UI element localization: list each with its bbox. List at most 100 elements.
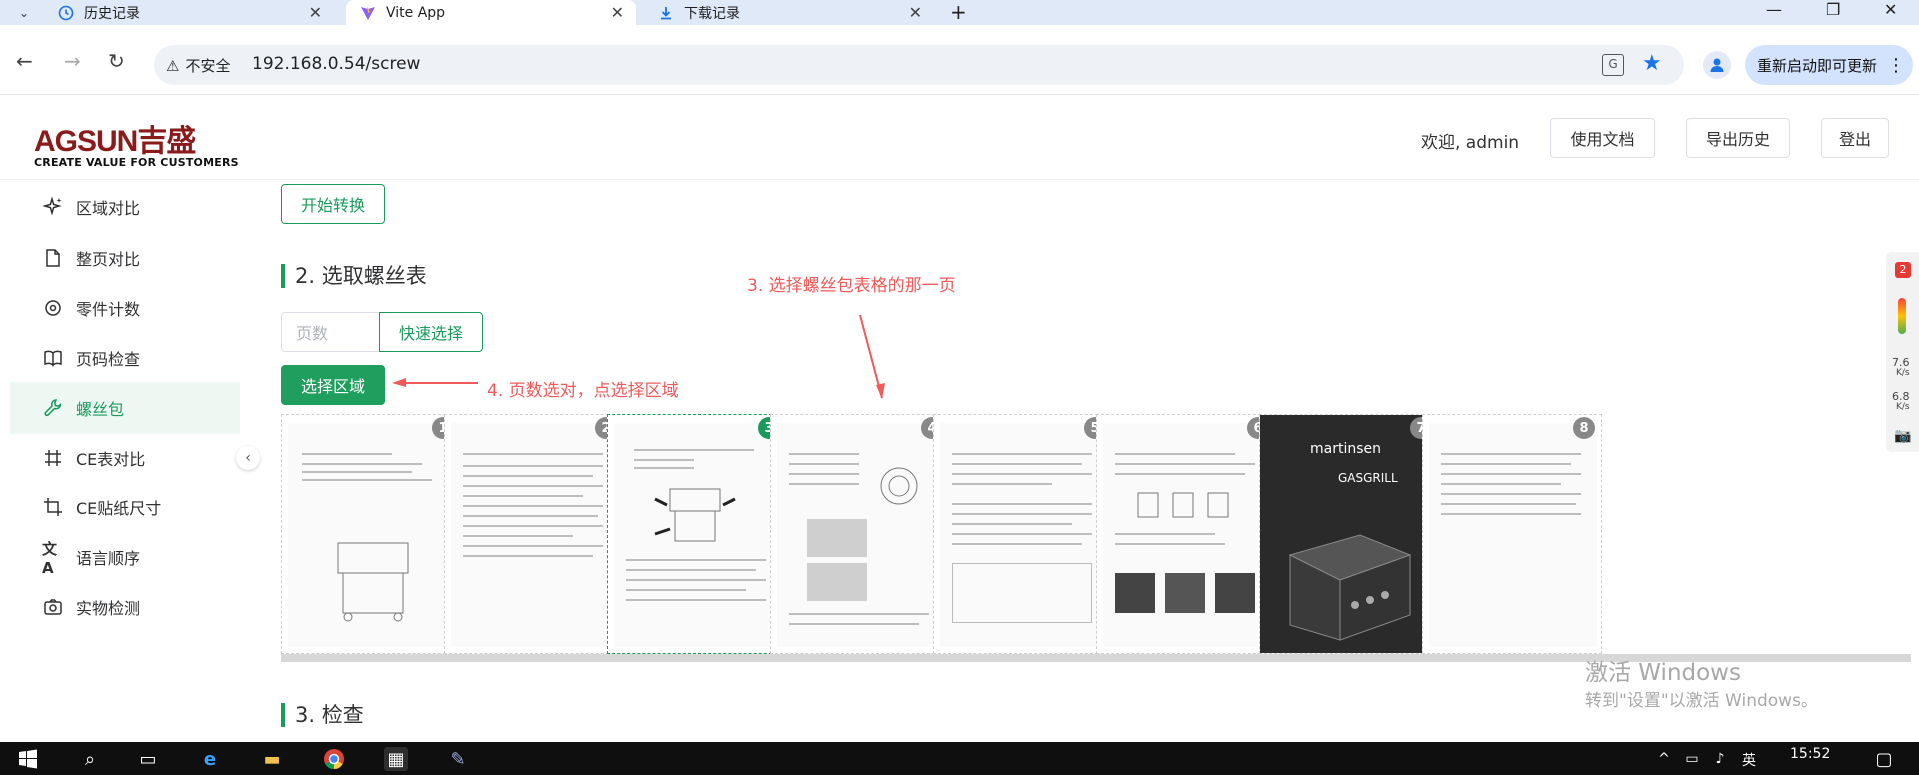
minimize-icon[interactable]: — — [1766, 0, 1782, 19]
taskbar: ⌕ ▭ e ▬ ▦ ✎ ^ ▭ ♪ 英 15:52 ▢ — [0, 742, 1919, 775]
sidebar-item-physical-check[interactable]: 实物检测 — [10, 581, 240, 633]
start-icon[interactable] — [16, 747, 40, 771]
sparkle-icon — [42, 196, 64, 218]
sidebar-item-page-compare[interactable]: 整页对比 — [10, 232, 240, 284]
page-thumbnail-strip[interactable]: 1 2 3 4 5 6 martinsen GASGRILL 7 8 — [281, 414, 1911, 662]
annotation-step-3: 3. 选择螺丝包表格的那一页 — [747, 276, 956, 296]
page-preview — [614, 423, 782, 647]
tray-chevron-icon[interactable]: ^ — [1652, 747, 1676, 771]
page-thumbnail[interactable]: 4 — [770, 414, 950, 654]
page-preview — [1429, 423, 1597, 647]
quick-select-button[interactable]: 快速选择 — [379, 312, 483, 352]
arrow-step-3 — [859, 314, 885, 399]
edge-icon[interactable]: e — [198, 747, 222, 771]
sidebar-item-language-order[interactable]: 文A 语言顺序 — [10, 531, 240, 583]
sidebar-item-label: 螺丝包 — [76, 400, 125, 419]
sidebar-item-label: CE表对比 — [76, 450, 146, 469]
sidebar-item-screw-pack[interactable]: 螺丝包 — [10, 382, 240, 434]
select-area-button[interactable]: 选择区域 — [281, 365, 385, 405]
page-number-badge: 8 — [1573, 417, 1595, 439]
bookmark-star-icon[interactable]: ★ — [1642, 51, 1662, 76]
page-preview — [940, 423, 1108, 647]
page-thumbnail[interactable]: 8 — [1422, 414, 1602, 654]
file-explorer-icon[interactable]: ▬ — [260, 747, 284, 771]
chrome-icon[interactable] — [322, 747, 346, 771]
page-thumbnail[interactable]: 1 — [281, 414, 461, 654]
browser-tab-vite[interactable]: Vite App ✕ — [346, 0, 636, 25]
notification-badge: 2 — [1895, 262, 1911, 278]
translate-icon[interactable]: G — [1602, 54, 1624, 76]
more-menu-icon[interactable]: ⋮ — [1887, 55, 1905, 76]
app-header: AGSUN吉盛 CREATE VALUE FOR CUSTOMERS 欢迎, a… — [0, 96, 1919, 180]
forward-icon[interactable]: → — [64, 49, 81, 73]
close-tab-icon[interactable]: ✕ — [309, 3, 322, 22]
page-thumbnail[interactable]: 6 — [1096, 414, 1276, 654]
reload-icon[interactable]: ↻ — [108, 49, 125, 73]
download-icon — [658, 5, 674, 21]
browser-tab-downloads[interactable]: 下载记录 ✕ — [644, 0, 934, 25]
docs-button[interactable]: 使用文档 — [1550, 118, 1655, 158]
page-number-input[interactable]: 页数 — [281, 312, 381, 352]
annotation-step-4: 4. 页数选对，点选择区域 — [487, 381, 679, 401]
security-indicator[interactable]: ⚠ 不安全 — [166, 55, 230, 76]
clock[interactable]: 15:52 — [1790, 746, 1830, 762]
warning-icon: ⚠ — [166, 56, 180, 75]
sidebar-item-label: 零件计数 — [76, 300, 141, 319]
book-icon — [42, 347, 64, 369]
page-preview — [1103, 423, 1271, 647]
pen-app-icon[interactable]: ✎ — [446, 747, 470, 771]
grid-icon — [42, 447, 64, 469]
speed-gauge — [1898, 298, 1906, 334]
tab-list-icon[interactable]: ⌄ — [12, 1, 36, 25]
tab-title: 下载记录 — [684, 5, 740, 22]
network-icon[interactable]: ▭ — [1680, 747, 1704, 771]
sidebar-item-part-count[interactable]: 零件计数 — [10, 282, 240, 334]
profile-icon[interactable] — [1703, 51, 1731, 79]
url-text[interactable]: 192.168.0.54/screw — [252, 54, 420, 74]
sidebar-item-label: 区域对比 — [76, 199, 141, 218]
volume-icon[interactable]: ♪ — [1708, 747, 1732, 771]
activation-watermark-text: 转到"设置"以激活 Windows。 — [1585, 691, 1818, 711]
section-3-title: 3. 检查 — [281, 703, 364, 727]
page-thumbnail[interactable]: 5 — [933, 414, 1113, 654]
app-icon[interactable]: ▦ — [384, 747, 408, 771]
sidebar-item-label: 页码检查 — [76, 350, 141, 369]
browser-tab-history[interactable]: 历史记录 ✕ — [44, 0, 334, 25]
tab-title: 历史记录 — [84, 5, 140, 22]
page-preview: martinsen GASGRILL — [1260, 415, 1438, 653]
restore-icon[interactable]: ❐ — [1826, 0, 1840, 19]
sidebar-item-region-compare[interactable]: 区域对比 — [10, 181, 240, 233]
start-convert-button[interactable]: 开始转换 — [281, 184, 385, 224]
network-speed-widget[interactable]: 2 7.6 K/s 6.8 K/s 📷 — [1886, 252, 1919, 452]
notification-icon[interactable]: ▢ — [1872, 747, 1896, 771]
sidebar-item-page-check[interactable]: 页码检查 — [10, 332, 240, 384]
page-thumbnail[interactable]: 2 — [444, 414, 624, 654]
close-tab-icon[interactable]: ✕ — [909, 3, 922, 22]
sidebar-item-label: 语言顺序 — [76, 549, 141, 568]
camera-icon[interactable]: 📷 — [1894, 428, 1911, 444]
export-history-button[interactable]: 导出历史 — [1686, 118, 1790, 158]
sidebar-item-ce-sticker-size[interactable]: CE贴纸尺寸 — [10, 481, 240, 533]
sidebar-item-label: 整页对比 — [76, 250, 141, 269]
page-preview — [288, 423, 456, 647]
sidebar: 区域对比 整页对比 零件计数 页码检查 螺丝包 CE表对比 CE贴纸尺寸 文A … — [0, 181, 245, 741]
security-label: 不安全 — [185, 57, 231, 75]
page-preview — [777, 423, 945, 647]
task-view-icon[interactable]: ▭ — [136, 747, 160, 771]
update-label: 重新启动即可更新 — [1757, 56, 1878, 75]
sidebar-item-ce-compare[interactable]: CE表对比 — [10, 432, 240, 484]
close-tab-icon[interactable]: ✕ — [611, 3, 624, 22]
ime-indicator[interactable]: 英 — [1742, 750, 1756, 770]
close-window-icon[interactable]: ✕ — [1884, 0, 1897, 19]
page-thumbnail[interactable]: martinsen GASGRILL 7 — [1259, 414, 1439, 654]
translate-icon: 文A — [42, 539, 58, 577]
page-thumbnail-selected[interactable]: 3 — [607, 414, 787, 654]
back-icon[interactable]: ← — [16, 49, 33, 73]
welcome-text: 欢迎, admin — [1421, 133, 1520, 153]
search-icon[interactable]: ⌕ — [78, 747, 102, 771]
logo-tagline: CREATE VALUE FOR CUSTOMERS — [34, 156, 239, 169]
logout-button[interactable]: 登出 — [1821, 118, 1889, 158]
address-bar[interactable]: ⚠ 不安全 192.168.0.54/screw G ★ — [154, 45, 1684, 85]
new-tab-button[interactable]: + — [950, 0, 967, 24]
update-button[interactable]: 重新启动即可更新 ⋮ — [1745, 45, 1913, 85]
